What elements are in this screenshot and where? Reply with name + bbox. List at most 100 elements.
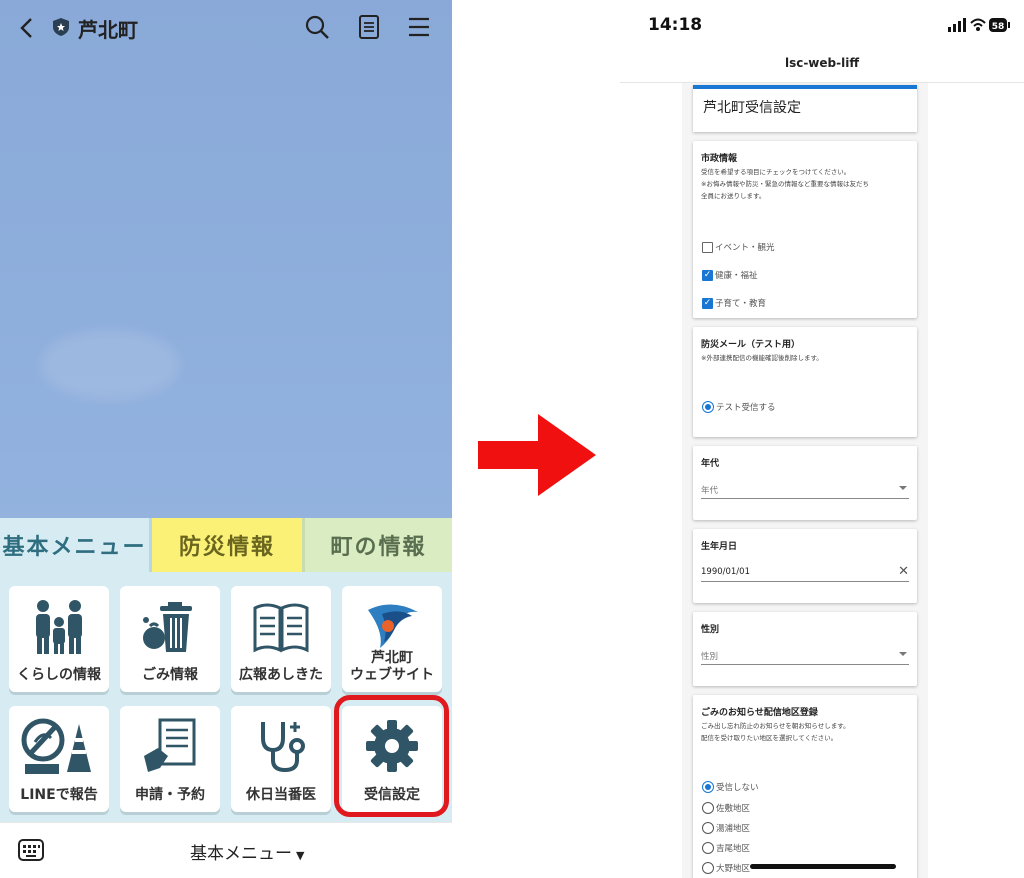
button-label: 申請・予約 bbox=[135, 787, 205, 803]
birthdate-input[interactable]: 1990/01/01 ✕ bbox=[701, 564, 909, 582]
section-description: ※外部連携配信の機能確認後削除します。 bbox=[701, 354, 823, 362]
section-description: ごみ出し忘れ防止のお知らせを朝お知らせします。 配信を受け取りたい地区を選択して… bbox=[701, 722, 850, 742]
public-relations-button[interactable]: 広報あしきた bbox=[231, 586, 331, 692]
section-title: 年代 bbox=[701, 459, 720, 469]
application-icon bbox=[144, 718, 196, 772]
tab-basic-menu[interactable]: 基本メニュー bbox=[0, 518, 152, 572]
family-icon bbox=[36, 600, 82, 654]
gender-select[interactable]: 性別 bbox=[701, 647, 909, 665]
radio-sashiki[interactable]: 佐敷地区 bbox=[702, 802, 750, 814]
radio-label: 受信しない bbox=[716, 783, 759, 793]
radio-label: 湯浦地区 bbox=[716, 824, 751, 834]
checkbox-checked-icon: ✓ bbox=[702, 297, 713, 309]
menu-icon[interactable] bbox=[406, 14, 432, 40]
section-title: 生年月日 bbox=[701, 542, 738, 552]
checkbox-health-welfare[interactable]: ✓ 健康・福祉 bbox=[702, 269, 758, 281]
battery-level: 58 bbox=[992, 22, 1005, 32]
trash-icon bbox=[143, 602, 192, 652]
section-description: 受信を希望する項目にチェックをつけてください。 ※お悔み情報や防災・緊急の情報な… bbox=[701, 168, 869, 200]
cloud-decoration bbox=[40, 330, 180, 400]
stethoscope-icon bbox=[261, 722, 305, 773]
radio-label: 佐敷地区 bbox=[716, 804, 751, 814]
nav-title: lsc-web-liff bbox=[784, 56, 860, 70]
rich-menu-toggle-label: 基本メニュー bbox=[190, 844, 292, 864]
checkbox-unchecked-icon bbox=[702, 241, 713, 253]
chat-title: 芦北町 bbox=[78, 18, 138, 42]
select-value: 性別 bbox=[701, 652, 719, 662]
back-icon[interactable] bbox=[16, 16, 38, 40]
button-label: くらしの情報 bbox=[17, 667, 101, 683]
radio-label: 吉尾地区 bbox=[716, 844, 751, 854]
radio-yoshio[interactable]: 吉尾地区 bbox=[702, 842, 750, 854]
bottom-bar: 基本メニュー ▼ bbox=[0, 822, 452, 878]
page-title: 芦北町受信設定 bbox=[703, 100, 801, 116]
checkbox-label: 健康・福祉 bbox=[715, 271, 758, 281]
radio-selected-icon bbox=[702, 781, 714, 793]
tab-town-info[interactable]: 町の情報 bbox=[302, 518, 452, 572]
settings-phone-screen: 14:18 58 lsc-web-liff 芦北町受信設定 市政情報 受信を希望… bbox=[620, 0, 1024, 878]
radio-yunoura[interactable]: 湯浦地区 bbox=[702, 822, 750, 834]
garbage-area-card: ごみのお知らせ配信地区登録 ごみ出し忘れ防止のお知らせを朝お知らせします。 配信… bbox=[693, 695, 917, 878]
holiday-doctor-button[interactable]: 休日当番医 bbox=[231, 706, 331, 812]
living-info-button[interactable]: くらしの情報 bbox=[9, 586, 109, 692]
age-select[interactable]: 年代 bbox=[701, 481, 909, 499]
checkbox-checked-icon: ✓ bbox=[702, 269, 713, 281]
select-value: 年代 bbox=[701, 486, 719, 496]
town-logo-icon bbox=[368, 604, 418, 648]
status-bar: 14:18 58 bbox=[620, 0, 1024, 48]
keyboard-icon[interactable] bbox=[18, 838, 44, 862]
radio-unselected-icon bbox=[702, 822, 714, 834]
button-label: 休日当番医 bbox=[246, 787, 316, 803]
radio-unselected-icon bbox=[702, 862, 714, 874]
application-button[interactable]: 申請・予約 bbox=[120, 706, 220, 812]
caret-down-icon: ▼ bbox=[296, 849, 305, 862]
section-title: 性別 bbox=[701, 625, 720, 635]
rich-menu-toggle[interactable]: 基本メニュー ▼ bbox=[190, 839, 304, 864]
radio-unselected-icon bbox=[702, 802, 714, 814]
report-icon bbox=[21, 718, 91, 774]
checkbox-childcare-education[interactable]: ✓ 子育て・教育 bbox=[702, 297, 766, 309]
line-chat-screen: 芦北町 基本メニュー 防災情報 町の情報 くらしの情報 ごみ情報 広報あしきた … bbox=[0, 0, 452, 878]
radio-no-receive[interactable]: 受信しない bbox=[702, 781, 759, 793]
radio-ono[interactable]: 大野地区 bbox=[702, 862, 750, 874]
tab-disaster-info[interactable]: 防災情報 bbox=[152, 518, 302, 572]
city-info-card: 市政情報 受信を希望する項目にチェックをつけてください。 ※お悔み情報や防災・緊… bbox=[693, 141, 917, 318]
age-card: 年代 年代 bbox=[693, 446, 917, 520]
status-icons: 58 bbox=[948, 18, 1010, 32]
gender-card: 性別 性別 bbox=[693, 612, 917, 686]
button-label: ごみ情報 bbox=[142, 667, 198, 683]
town-website-button[interactable]: 芦北町 ウェブサイト bbox=[342, 586, 442, 692]
birthdate-card: 生年月日 1990/01/01 ✕ bbox=[693, 529, 917, 603]
line-report-button[interactable]: LINEで報告 bbox=[9, 706, 109, 812]
form-title-card: 芦北町受信設定 bbox=[693, 85, 917, 132]
checkbox-label: イベント・観光 bbox=[715, 243, 775, 253]
checkbox-label: 子育て・教育 bbox=[715, 299, 767, 309]
dropdown-arrow-icon bbox=[899, 652, 907, 656]
checkbox-event-tourism[interactable]: イベント・観光 bbox=[702, 241, 775, 253]
garbage-info-button[interactable]: ごみ情報 bbox=[120, 586, 220, 692]
radio-test-receive[interactable]: テスト受信する bbox=[702, 401, 776, 413]
section-title: 市政情報 bbox=[701, 154, 738, 164]
book-icon bbox=[253, 603, 309, 653]
chat-background bbox=[0, 0, 452, 518]
radio-label: 大野地区 bbox=[716, 864, 751, 874]
input-value: 1990/01/01 bbox=[701, 567, 750, 577]
notes-icon[interactable] bbox=[356, 14, 382, 40]
home-indicator bbox=[750, 864, 896, 869]
disaster-mail-card: 防災メール（テスト用） ※外部連携配信の機能確認後削除します。 テスト受信する bbox=[693, 327, 917, 437]
chat-header: 芦北町 bbox=[0, 0, 452, 56]
radio-label: テスト受信する bbox=[716, 403, 776, 413]
button-label: 広報あしきた bbox=[239, 667, 323, 683]
button-label: LINEで報告 bbox=[20, 787, 98, 803]
radio-unselected-icon bbox=[702, 842, 714, 854]
dropdown-arrow-icon bbox=[899, 486, 907, 490]
section-title: 防災メール（テスト用） bbox=[701, 340, 801, 350]
clear-icon[interactable]: ✕ bbox=[898, 564, 909, 579]
radio-selected-icon bbox=[702, 401, 714, 413]
section-title: ごみのお知らせ配信地区登録 bbox=[701, 708, 818, 718]
status-time: 14:18 bbox=[648, 15, 703, 35]
official-account-shield-icon bbox=[53, 18, 69, 36]
search-icon[interactable] bbox=[304, 14, 330, 40]
highlight-frame bbox=[334, 695, 449, 817]
rich-menu-tabs: 基本メニュー 防災情報 町の情報 bbox=[0, 518, 452, 572]
